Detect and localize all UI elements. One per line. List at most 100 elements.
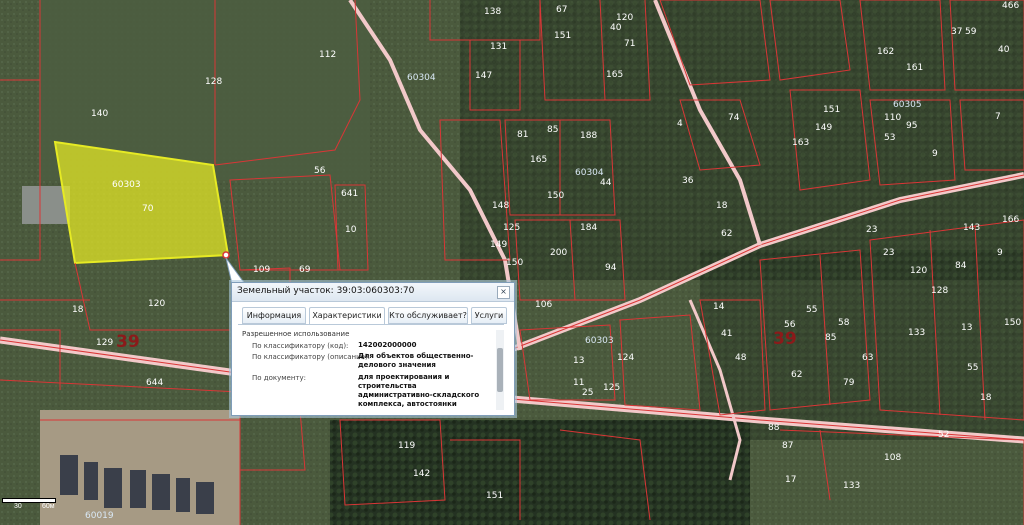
plot-label: 81 — [517, 130, 528, 140]
plot-label: 148 — [492, 201, 509, 211]
plot-label: 125 — [603, 383, 620, 393]
plot-label: 69 — [299, 265, 311, 275]
tab-info[interactable]: Информация — [242, 307, 306, 324]
plot-label: 166 — [1002, 215, 1019, 225]
plot-label: 140 — [91, 109, 108, 119]
classifier-code-label: По классификатору (код): — [252, 342, 349, 350]
plot-label: 59 — [965, 27, 977, 37]
plot-label: 151 — [823, 105, 840, 115]
plot-label: 88 — [768, 423, 780, 433]
plot-label: 109 — [253, 265, 270, 275]
plot-label: 40 — [998, 45, 1010, 55]
quarter-label: 60304 — [407, 73, 436, 83]
plot-label: 120 — [616, 13, 633, 23]
plot-label: 110 — [884, 113, 901, 123]
plot-label: 149 — [815, 123, 832, 133]
plot-label: 142 — [413, 469, 430, 479]
classifier-description-value: Для объектов общественно-делового значен… — [358, 352, 474, 369]
close-icon[interactable]: × — [497, 286, 510, 299]
classifier-description-label: По классификатору (описание): — [252, 353, 371, 361]
document-value: для проектирования и строительства админ… — [358, 373, 480, 408]
plot-label: 147 — [475, 71, 492, 81]
plot-label: 95 — [906, 121, 917, 131]
road-number-label: 39 — [773, 329, 797, 349]
plot-label: 641 — [341, 189, 358, 199]
scale-label: 60м — [42, 503, 55, 510]
plot-label: 162 — [877, 47, 894, 57]
plot-label: 149 — [490, 240, 507, 250]
plot-label: 4 — [677, 119, 683, 129]
plot-label: 74 — [728, 113, 740, 123]
plot-label: 85 — [547, 125, 558, 135]
plot-label: 9 — [997, 248, 1003, 258]
plot-label: 106 — [535, 300, 552, 310]
plot-label: 143 — [963, 223, 980, 233]
classifier-code-value: 142002000000 — [358, 341, 417, 349]
cadastral-map[interactable]: 140 128 112 56 641 109 69 120 18 129 644… — [0, 0, 1024, 525]
plot-label: 17 — [785, 475, 796, 485]
plot-label: 125 — [503, 223, 520, 233]
plot-label: 55 — [806, 305, 817, 315]
plot-label: 151 — [554, 31, 571, 41]
selected-parcel-quarter: 60303 — [112, 180, 141, 190]
plot-label: 466 — [1002, 1, 1019, 11]
popup-content: Разрешенное использование По классификат… — [238, 324, 504, 411]
plot-label: 163 — [792, 138, 809, 148]
plot-label: 120 — [910, 266, 927, 276]
plot-label: 87 — [782, 441, 793, 451]
plot-label: 44 — [600, 178, 612, 188]
popup-title: Земельный участок: 39:03:060303:70 — [237, 286, 415, 296]
plot-label: 10 — [345, 225, 357, 235]
plot-label: 108 — [884, 453, 901, 463]
road-number-label: 39 — [116, 332, 140, 352]
document-label: По документу: — [252, 374, 307, 382]
plot-label: 56 — [314, 166, 326, 176]
scale-label: 30 — [14, 503, 22, 510]
popup-title-bar[interactable]: Земельный участок: 39:03:060303:70 × — [232, 283, 514, 302]
plot-label: 18 — [716, 201, 728, 211]
plot-label: 18 — [72, 305, 84, 315]
plot-label: 79 — [843, 378, 855, 388]
plot-label: 67 — [556, 5, 567, 15]
plot-label: 120 — [148, 299, 165, 309]
plot-label: 119 — [398, 441, 415, 451]
plot-label: 62 — [721, 229, 732, 239]
plot-label: 150 — [1004, 318, 1021, 328]
plot-label: 71 — [624, 39, 635, 49]
selected-parcel-number: 70 — [142, 204, 154, 214]
plot-label: 165 — [530, 155, 547, 165]
quarter-label: 60304 — [575, 168, 604, 178]
plot-label: 128 — [931, 286, 948, 296]
plot-label: 62 — [791, 370, 802, 380]
plot-label: 133 — [908, 328, 925, 338]
plot-label: 161 — [906, 63, 923, 73]
plot-label: 94 — [605, 263, 617, 273]
plot-label: 37 — [951, 27, 962, 37]
plot-label: 644 — [146, 378, 163, 388]
plot-label: 7 — [995, 112, 1001, 122]
plot-label: 112 — [319, 50, 336, 60]
south-forest — [330, 420, 750, 525]
tab-characteristics[interactable]: Характеристики — [309, 307, 385, 325]
plot-label: 9 — [932, 149, 938, 159]
tab-services[interactable]: Услуги — [471, 307, 507, 324]
popup-scrollbar[interactable] — [496, 330, 504, 410]
parcel-marker[interactable] — [222, 251, 230, 259]
plot-label: 124 — [617, 353, 634, 363]
plot-label: 18 — [980, 393, 992, 403]
tab-who-serves[interactable]: Кто обслуживает? — [388, 307, 468, 324]
plot-label: 58 — [838, 318, 850, 328]
parcel-info-popup[interactable]: Земельный участок: 39:03:060303:70 × Инф… — [231, 282, 515, 416]
plot-label: 23 — [883, 248, 894, 258]
plot-label: 13 — [573, 356, 584, 366]
plot-label: 128 — [205, 77, 222, 87]
plot-label: 131 — [490, 42, 507, 52]
plot-label: 165 — [606, 70, 623, 80]
plot-label: 150 — [506, 258, 523, 268]
plot-label: 40 — [610, 23, 622, 33]
plot-label: 14 — [713, 302, 725, 312]
plot-label: 151 — [486, 491, 503, 501]
plot-label: 129 — [96, 338, 113, 348]
quarter-label: 60019 — [85, 511, 114, 521]
scrollbar-thumb[interactable] — [497, 348, 503, 392]
